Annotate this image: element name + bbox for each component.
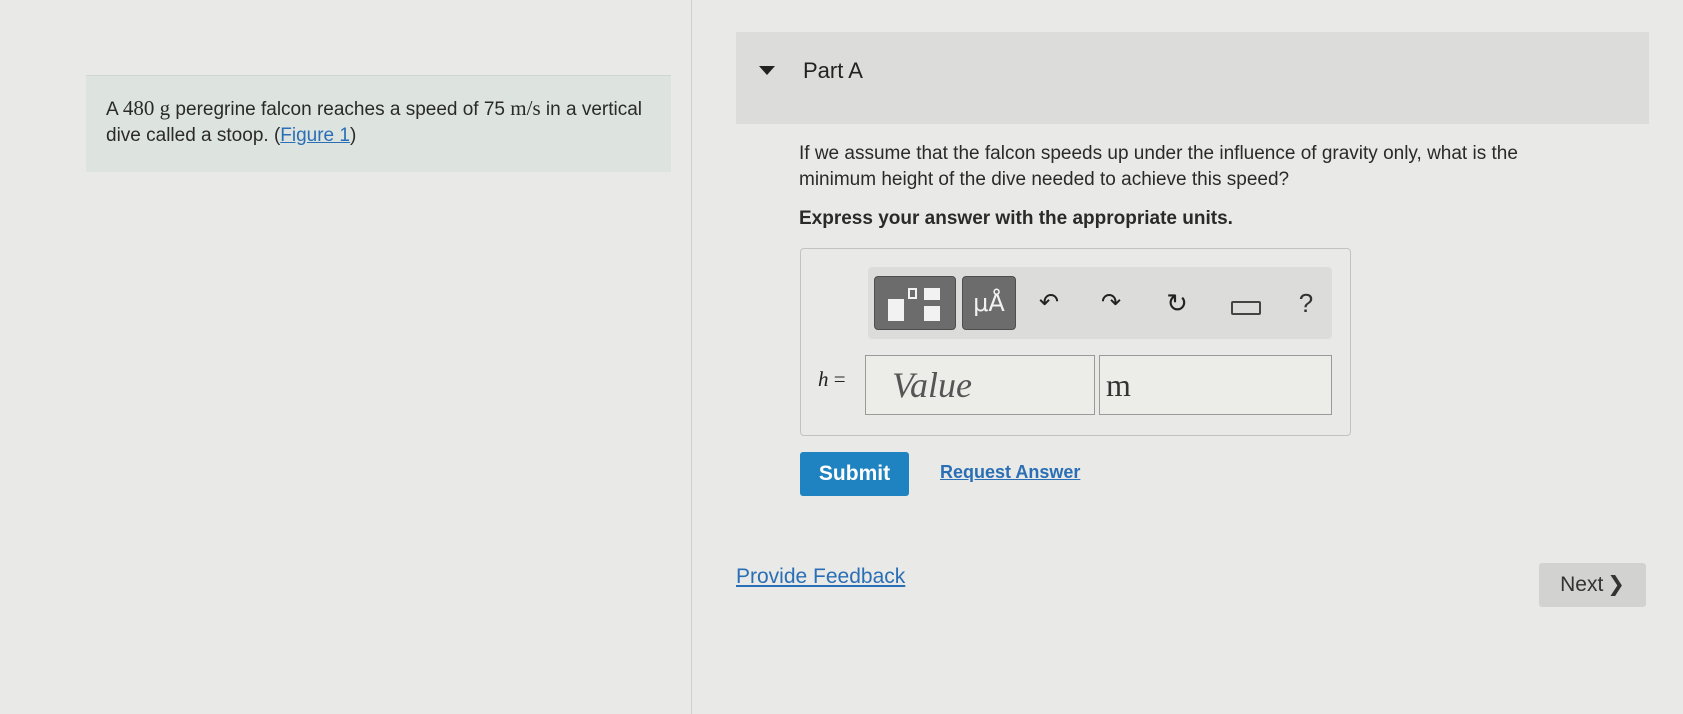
figure-link[interactable]: Figure 1 xyxy=(280,125,350,146)
equals-sign: = xyxy=(828,367,846,391)
part-pane: Part A If we assume that the falcon spee… xyxy=(693,0,1683,714)
request-answer-link[interactable]: Request Answer xyxy=(940,462,1080,483)
value-input[interactable]: Value xyxy=(865,355,1095,415)
question-text: If we assume that the falcon speeds up u… xyxy=(799,143,1518,190)
units-button[interactable]: μÅ xyxy=(962,276,1016,330)
chevron-right-icon: ❯ xyxy=(1607,573,1625,596)
mass-value: 480 g xyxy=(122,96,171,120)
answer-box: μÅ ↶ ↷ ↻ ? h = Value m xyxy=(800,248,1351,436)
part-title: Part A xyxy=(803,58,863,83)
math-toolbar: μÅ ↶ ↷ ↻ ? xyxy=(868,267,1332,339)
templates-button[interactable] xyxy=(874,276,956,330)
problem-text-close: ) xyxy=(349,125,357,146)
templates-icon-bottom xyxy=(924,306,940,321)
problem-text-start: A xyxy=(106,99,123,120)
reset-icon[interactable]: ↻ xyxy=(1161,287,1193,319)
templates-icon xyxy=(888,299,904,321)
provide-feedback-link[interactable]: Provide Feedback xyxy=(736,565,905,589)
variable-symbol: h xyxy=(818,367,829,391)
answer-instruction: Express your answer with the appropriate… xyxy=(799,208,1233,229)
templates-icon-box xyxy=(908,288,917,299)
problem-statement: A 480 g peregrine falcon reaches a speed… xyxy=(86,75,671,172)
next-label: Next xyxy=(1560,573,1604,596)
page: A 480 g peregrine falcon reaches a speed… xyxy=(0,0,1683,714)
submit-button[interactable]: Submit xyxy=(800,452,909,496)
help-icon[interactable]: ? xyxy=(1290,287,1322,319)
variable-label: h = xyxy=(818,367,846,392)
next-button[interactable]: Next ❯ xyxy=(1539,563,1646,607)
problem-text-middle: peregrine falcon reaches a speed of 75 xyxy=(170,99,511,120)
keyboard-icon[interactable] xyxy=(1231,301,1261,315)
unit-input[interactable]: m xyxy=(1099,355,1332,415)
speed-unit: m/s xyxy=(510,96,541,120)
problem-pane: A 480 g peregrine falcon reaches a speed… xyxy=(0,0,692,714)
undo-icon[interactable]: ↶ xyxy=(1033,287,1065,319)
templates-icon-top xyxy=(924,288,940,300)
redo-icon[interactable]: ↷ xyxy=(1095,287,1127,319)
part-header[interactable] xyxy=(736,32,1649,124)
collapse-caret-icon[interactable] xyxy=(759,66,775,75)
